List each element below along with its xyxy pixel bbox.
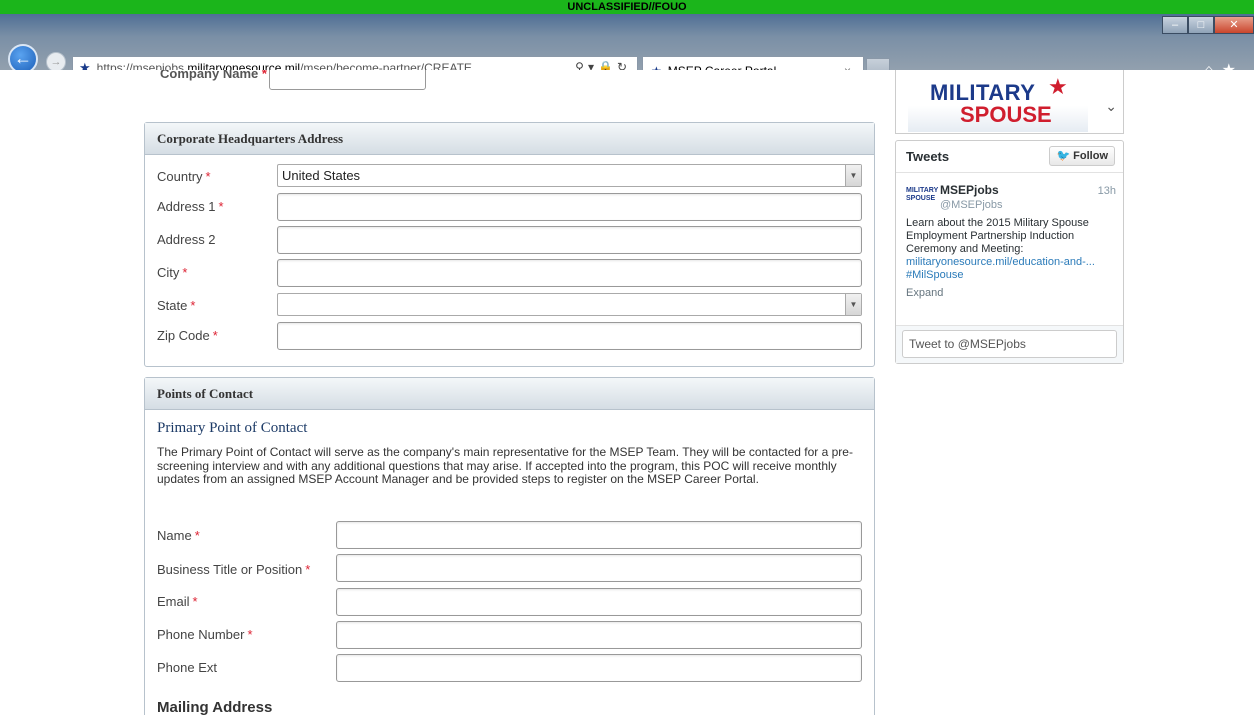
chevron-down-icon[interactable]: ⌄ — [1105, 98, 1117, 115]
primary-poc-description: The Primary Point of Contact will serve … — [157, 445, 853, 486]
poc-name-label: Name * — [157, 528, 200, 543]
tweet-timestamp[interactable]: 13h — [1098, 185, 1116, 197]
browser-chrome: – □ ✕ ← → ★ https://msepjobs.militaryone… — [0, 14, 1254, 84]
hq-address-panel: Corporate Headquarters Address Country * … — [144, 122, 875, 367]
address1-input[interactable] — [277, 193, 862, 221]
state-select[interactable]: ▼ — [277, 293, 862, 316]
classification-banner: UNCLASSIFIED//FOUO — [0, 0, 1254, 14]
address2-label: Address 2 — [157, 232, 216, 247]
city-input[interactable] — [277, 259, 862, 287]
arrow-left-icon: ← — [14, 48, 32, 68]
military-spouse-logo-card: MILITARY ★ SPOUSE ⌄ — [895, 70, 1124, 134]
tweet-avatar[interactable]: MILITARY SPOUSE — [906, 187, 938, 209]
page-content: Company Name * Corporate Headquarters Ad… — [0, 70, 1254, 715]
poc-name-row: Name * — [157, 528, 200, 543]
maximize-button[interactable]: □ — [1188, 16, 1214, 34]
follow-button[interactable]: 🐦 Follow — [1049, 146, 1115, 166]
country-row: Country * — [157, 169, 211, 184]
poc-phone-label: Phone Number * — [157, 627, 253, 642]
poc-title-row: Business Title or Position * — [157, 562, 310, 577]
country-label: Country * — [157, 169, 211, 184]
tweet-text: Learn about the 2015 Military Spouse Emp… — [906, 217, 1095, 281]
poc-ext-input[interactable] — [336, 654, 862, 682]
company-name-input[interactable] — [269, 70, 426, 90]
tweets-title: Tweets — [906, 149, 950, 164]
poc-ext-label: Phone Ext — [157, 660, 217, 675]
window-controls: – □ ✕ — [1162, 16, 1254, 34]
city-label: City * — [157, 265, 188, 280]
poc-ext-row: Phone Ext — [157, 660, 220, 675]
address2-row: Address 2 — [157, 232, 219, 247]
poc-email-row: Email * — [157, 594, 198, 609]
tweets-header: Tweets 🐦 Follow — [896, 141, 1123, 173]
company-name-label: Company Name * — [160, 70, 267, 81]
primary-poc-heading: Primary Point of Contact — [157, 420, 308, 436]
zip-input[interactable] — [277, 322, 862, 350]
tweet-expand-link[interactable]: Expand — [906, 287, 943, 299]
poc-phone-input[interactable] — [336, 621, 862, 649]
poc-email-input[interactable] — [336, 588, 862, 616]
poc-title-input[interactable] — [336, 554, 862, 582]
poc-title-label: Business Title or Position * — [157, 562, 311, 577]
tweet-compose-area: Tweet to @MSEPjobs — [896, 325, 1123, 363]
zip-label: Zip Code * — [157, 328, 218, 343]
country-select[interactable]: United States ▼ — [277, 164, 862, 187]
points-of-contact-panel: Points of Contact Primary Point of Conta… — [144, 377, 875, 715]
star-icon: ★ — [1048, 74, 1068, 99]
address2-input[interactable] — [277, 226, 862, 254]
zip-row: Zip Code * — [157, 328, 218, 343]
state-row: State * — [157, 298, 195, 313]
arrow-right-icon: → — [50, 56, 62, 68]
tweet-author-name[interactable]: MSEPjobs — [940, 183, 999, 197]
tweets-widget: Tweets 🐦 Follow MILITARY SPOUSE MSEPjobs @… — [895, 140, 1124, 364]
city-row: City * — [157, 265, 187, 280]
twitter-bird-icon: 🐦 — [1056, 150, 1071, 162]
forward-button[interactable]: → — [46, 52, 66, 72]
hq-panel-title: Corporate Headquarters Address — [145, 123, 874, 155]
poc-panel-title: Points of Contact — [145, 378, 874, 410]
poc-name-input[interactable] — [336, 521, 862, 549]
state-label: State * — [157, 298, 196, 313]
mailing-address-heading: Mailing Address — [157, 699, 273, 715]
address1-label: Address 1 * — [157, 199, 224, 214]
dropdown-arrow-icon: ▼ — [845, 294, 861, 315]
tweet-author-handle[interactable]: @MSEPjobs — [940, 199, 1003, 211]
tweet-link[interactable]: militaryonesource.mil/education-and-... … — [906, 256, 1095, 281]
tweet-compose-input[interactable]: Tweet to @MSEPjobs — [902, 330, 1117, 358]
dropdown-arrow-icon: ▼ — [845, 165, 861, 186]
close-window-button[interactable]: ✕ — [1214, 16, 1254, 34]
poc-email-label: Email * — [157, 594, 198, 609]
poc-phone-row: Phone Number * — [157, 627, 253, 642]
military-spouse-logo[interactable]: MILITARY ★ SPOUSE — [908, 74, 1088, 132]
address1-row: Address 1 * — [157, 199, 224, 214]
minimize-button[interactable]: – — [1162, 16, 1188, 34]
